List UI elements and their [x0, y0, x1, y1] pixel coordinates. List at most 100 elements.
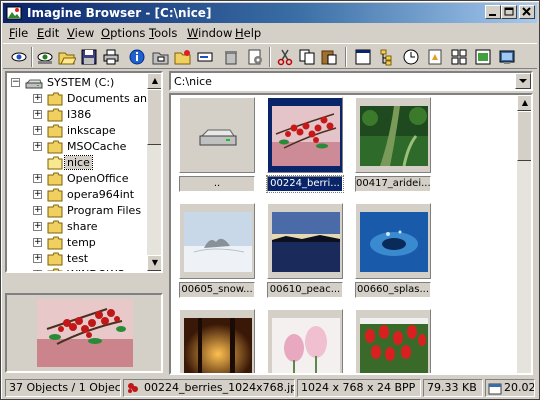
menu-edit[interactable]: Edit [37, 26, 59, 40]
expand-icon[interactable]: + [33, 190, 42, 199]
delete-button[interactable] [221, 47, 241, 67]
expand-icon[interactable]: + [33, 94, 42, 103]
rename-button[interactable] [195, 47, 215, 67]
thumbnail-frame[interactable] [267, 97, 343, 173]
path-value[interactable]: C:\nice [174, 75, 212, 88]
thumbnail-caption[interactable]: 00224_berri... [266, 175, 344, 193]
app-icon [6, 6, 22, 20]
tree-scrollbar[interactable]: ▲ ▼ [147, 73, 161, 271]
scroll-thumb[interactable] [147, 89, 161, 145]
grid-button[interactable] [449, 47, 469, 67]
tree-item[interactable]: + share [7, 219, 147, 235]
folder-icon [47, 140, 63, 154]
tree-item-label[interactable]: Documents and [65, 92, 156, 105]
cut-button[interactable] [275, 47, 295, 67]
preview-button[interactable] [473, 47, 493, 67]
thumbnail-caption[interactable]: .. [179, 176, 255, 192]
tree-item[interactable]: + OpenOffice [7, 171, 147, 187]
scroll-up-button[interactable]: ▲ [147, 73, 161, 89]
thumbnail-caption[interactable]: 00605_snow... [179, 282, 255, 298]
tree-item-label[interactable]: inkscape [65, 124, 118, 137]
properties-button[interactable] [245, 47, 265, 67]
thumbnail-caption[interactable]: 00417_aridei... [355, 176, 431, 192]
menu-options[interactable]: Options [101, 26, 145, 40]
time-button[interactable] [401, 47, 421, 67]
copy-button[interactable] [297, 47, 317, 67]
cut-icon [277, 49, 293, 66]
view-button[interactable] [9, 47, 29, 67]
collapse-icon[interactable]: − [11, 78, 20, 87]
tree-item[interactable]: + I386 [7, 107, 147, 123]
move-to-folder-button[interactable] [173, 47, 193, 67]
expand-icon[interactable]: + [33, 142, 42, 151]
expand-icon[interactable]: + [33, 110, 42, 119]
menu-view[interactable]: View [67, 26, 94, 40]
minimize-button[interactable] [485, 5, 501, 19]
explorer-button[interactable] [497, 47, 517, 67]
expand-icon[interactable]: + [33, 174, 42, 183]
tree-view-button[interactable] [377, 47, 397, 67]
thumbnail-frame[interactable] [179, 309, 255, 373]
tree-item-label[interactable]: Program Files [65, 204, 143, 217]
tree-item[interactable]: + Documents and [7, 91, 154, 107]
tree-item[interactable]: + MSOCache [7, 139, 147, 155]
refresh-button[interactable] [425, 47, 445, 67]
thumbnail-frame[interactable] [179, 97, 255, 173]
thumbnail-frame[interactable] [267, 309, 343, 373]
save-button[interactable] [79, 47, 99, 67]
folder-tree[interactable]: − SYSTEM (C:) + Documents and + I386 + inksca… [5, 71, 163, 273]
menu-help[interactable]: Help [235, 26, 261, 40]
tree-item[interactable]: + opera964int [7, 187, 147, 203]
thumbnail-grid[interactable]: .. 00224_berri... 00417_aridei... 00605_sno… [169, 93, 533, 375]
path-dropdown-button[interactable] [515, 73, 531, 89]
tree-item-label[interactable]: OpenOffice [65, 172, 131, 185]
tree-item[interactable]: + temp [7, 235, 147, 251]
thumbnail-view-button[interactable] [353, 47, 373, 67]
menu-window[interactable]: Window [187, 26, 232, 40]
tree-item-label[interactable]: temp [65, 236, 98, 249]
print-button[interactable] [101, 47, 121, 67]
close-button[interactable] [519, 5, 535, 19]
thumbnail-frame[interactable] [179, 203, 255, 279]
path-combobox[interactable]: C:\nice [169, 71, 533, 91]
tree-item-label[interactable]: WINDOWS [65, 268, 126, 271]
tree-item-label[interactable]: nice [64, 155, 93, 170]
tree-item[interactable]: + inkscape [7, 123, 147, 139]
title-bar[interactable]: Imagine Browser - [C:\nice] [3, 3, 537, 23]
tree-root-label[interactable]: SYSTEM (C:) [45, 76, 116, 89]
tree-item[interactable]: + Program Files [7, 203, 147, 219]
menu-tools[interactable]: Tools [149, 26, 177, 40]
info-button[interactable] [127, 47, 147, 67]
tree-root[interactable]: − SYSTEM (C:) [7, 75, 147, 91]
tree-item[interactable]: + WINDOWS [7, 267, 147, 271]
grid-scrollbar[interactable]: ▲ [517, 95, 531, 373]
expand-icon[interactable]: + [33, 206, 42, 215]
slideshow-button[interactable] [35, 47, 55, 67]
copy-to-folder-button[interactable] [151, 47, 171, 67]
tree-item-label[interactable]: I386 [65, 108, 93, 121]
thumbnail-frame[interactable] [355, 97, 431, 173]
expand-icon[interactable]: + [33, 126, 42, 135]
open-button[interactable] [57, 47, 77, 67]
menu-file[interactable]: File [9, 26, 28, 40]
paste-button[interactable] [319, 47, 339, 67]
expand-icon[interactable]: + [33, 270, 42, 271]
tree-item-label[interactable]: share [65, 220, 100, 233]
maximize-button[interactable] [501, 5, 517, 19]
expand-icon[interactable]: + [33, 222, 42, 231]
scroll-down-button[interactable]: ▼ [147, 255, 161, 271]
tree-item-label[interactable]: MSOCache [65, 140, 128, 153]
tree-item-label[interactable]: opera964int [65, 188, 136, 201]
expand-icon[interactable]: + [33, 254, 42, 263]
expand-icon[interactable]: + [33, 238, 42, 247]
scroll-thumb[interactable] [517, 111, 531, 161]
thumbnail-caption[interactable]: 00660_splas... [355, 282, 431, 298]
thumbnail-frame[interactable] [355, 203, 431, 279]
thumbnail-frame[interactable] [267, 203, 343, 279]
scroll-up-button[interactable]: ▲ [517, 95, 531, 111]
tree-item[interactable]: nice [7, 155, 147, 171]
thumbnail-frame[interactable] [355, 309, 431, 373]
tree-item-label[interactable]: test [65, 252, 90, 265]
tree-item[interactable]: + test [7, 251, 147, 267]
thumbnail-caption[interactable]: 00610_peac... [267, 282, 343, 298]
